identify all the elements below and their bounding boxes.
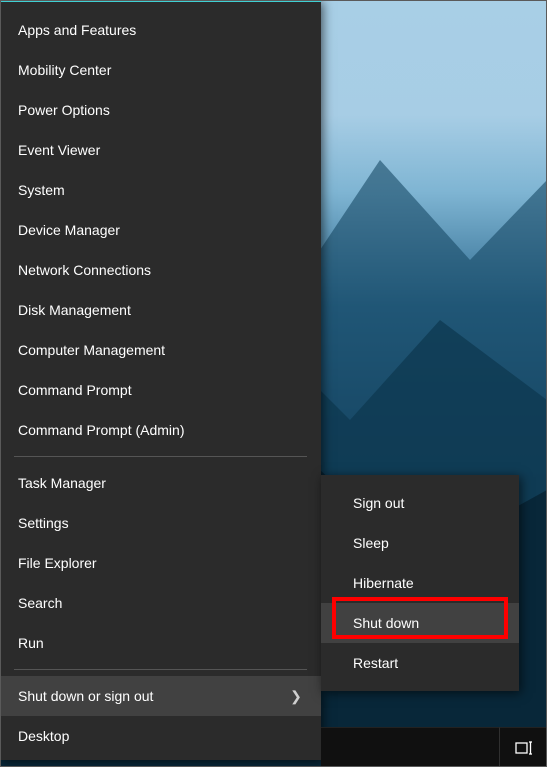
menu-item-computer-management[interactable]: Computer Management <box>0 330 321 370</box>
menu-item-shutdown-signout[interactable]: Shut down or sign out ❯ <box>0 676 321 716</box>
menu-item-label: System <box>18 182 65 198</box>
menu-item-settings[interactable]: Settings <box>0 503 321 543</box>
submenu-item-label: Sleep <box>353 535 389 551</box>
menu-item-command-prompt-admin[interactable]: Command Prompt (Admin) <box>0 410 321 450</box>
desktop-background: Apps and Features Mobility Center Power … <box>0 0 547 767</box>
task-view-button[interactable] <box>499 727 547 767</box>
menu-item-label: Search <box>18 595 62 611</box>
submenu-item-sign-out[interactable]: Sign out <box>321 483 519 523</box>
menu-item-command-prompt[interactable]: Command Prompt <box>0 370 321 410</box>
menu-item-label: Task Manager <box>18 475 106 491</box>
menu-item-label: Shut down or sign out <box>18 688 153 704</box>
menu-item-label: File Explorer <box>18 555 97 571</box>
menu-item-label: Run <box>18 635 44 651</box>
menu-item-label: Device Manager <box>18 222 120 238</box>
menu-item-label: Event Viewer <box>18 142 100 158</box>
chevron-right-icon: ❯ <box>289 688 303 705</box>
menu-item-desktop[interactable]: Desktop <box>0 716 321 756</box>
submenu-item-hibernate[interactable]: Hibernate <box>321 563 519 603</box>
menu-item-device-manager[interactable]: Device Manager <box>0 210 321 250</box>
taskbar-spacer <box>321 727 499 767</box>
menu-item-system[interactable]: System <box>0 170 321 210</box>
menu-separator <box>14 456 307 457</box>
menu-item-event-viewer[interactable]: Event Viewer <box>0 130 321 170</box>
menu-item-file-explorer[interactable]: File Explorer <box>0 543 321 583</box>
menu-item-label: Network Connections <box>18 262 151 278</box>
menu-item-label: Computer Management <box>18 342 165 358</box>
submenu-item-label: Shut down <box>353 615 419 631</box>
menu-item-label: Power Options <box>18 102 110 118</box>
menu-item-network-connections[interactable]: Network Connections <box>0 250 321 290</box>
menu-item-label: Disk Management <box>18 302 131 318</box>
menu-item-label: Mobility Center <box>18 62 111 78</box>
menu-item-task-manager[interactable]: Task Manager <box>0 463 321 503</box>
menu-item-label: Command Prompt (Admin) <box>18 422 185 438</box>
submenu-item-label: Hibernate <box>353 575 414 591</box>
taskbar <box>321 727 547 767</box>
submenu-item-shut-down[interactable]: Shut down <box>321 603 519 643</box>
menu-item-run[interactable]: Run <box>0 623 321 663</box>
menu-separator <box>14 669 307 670</box>
menu-item-label: Desktop <box>18 728 69 744</box>
submenu-item-restart[interactable]: Restart <box>321 643 519 683</box>
menu-item-disk-management[interactable]: Disk Management <box>0 290 321 330</box>
shutdown-submenu: Sign out Sleep Hibernate Shut down Resta… <box>321 475 519 691</box>
menu-item-label: Settings <box>18 515 69 531</box>
submenu-item-label: Sign out <box>353 495 404 511</box>
winx-context-menu: Apps and Features Mobility Center Power … <box>0 0 321 760</box>
menu-item-mobility-center[interactable]: Mobility Center <box>0 50 321 90</box>
menu-item-power-options[interactable]: Power Options <box>0 90 321 130</box>
submenu-item-sleep[interactable]: Sleep <box>321 523 519 563</box>
menu-item-label: Apps and Features <box>18 22 136 38</box>
menu-item-search[interactable]: Search <box>0 583 321 623</box>
task-view-icon <box>515 740 533 756</box>
menu-item-label: Command Prompt <box>18 382 132 398</box>
menu-item-apps-features[interactable]: Apps and Features <box>0 10 321 50</box>
submenu-item-label: Restart <box>353 655 398 671</box>
